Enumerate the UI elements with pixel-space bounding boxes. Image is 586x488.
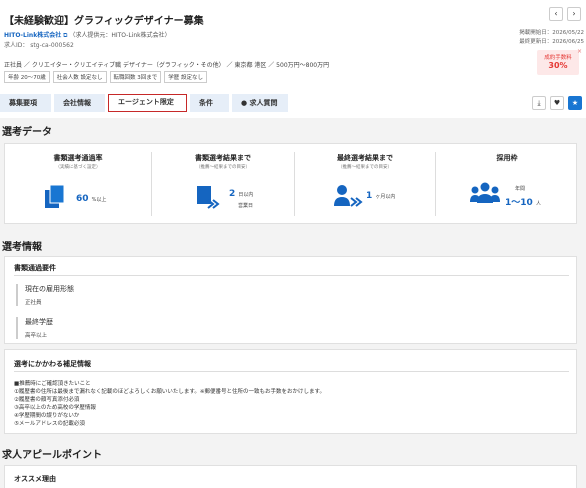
card-title: オススメ理由 <box>14 475 56 483</box>
stat-title: 書類選考通過率 <box>53 154 103 162</box>
company-link[interactable]: HITO-Link株式会社 <box>4 32 61 39</box>
heart-icon: ♥ <box>553 99 561 107</box>
updated-date: 最終更新日：2026/06/25 <box>519 39 584 45</box>
job-header: 【未経験歓迎】グラフィックデザイナー募集 ‹ › HITO-Link株式会社 ⧉… <box>0 0 586 118</box>
tab-company[interactable]: 会社情報 <box>54 94 105 112</box>
tag: 転職回数 3回まで <box>109 71 162 83</box>
requirement-education: 最終学歴 高卒以上 <box>16 317 53 339</box>
dates: 掲載開始日：2026/05/22 最終更新日：2026/06/25 <box>519 29 584 47</box>
stat-subtitle: （推薦〜結果までの目安） <box>196 165 250 170</box>
group-icon <box>470 182 500 203</box>
published-date: 掲載開始日：2026/05/22 <box>519 30 584 36</box>
external-link-icon[interactable]: ⧉ <box>63 32 67 39</box>
supplement-card: 選考にかかわる補足情報 ■推薦時にご確認頂きたいこと ①履歴書の住所は最後まで漏… <box>4 349 577 434</box>
person-forward-icon <box>334 185 363 207</box>
next-button[interactable]: › <box>567 7 581 21</box>
stat-label: 年間 <box>515 186 526 192</box>
bookmark-button[interactable]: ★ <box>568 96 582 110</box>
download-button[interactable]: ⤓ <box>532 96 546 110</box>
note-line: ②履歴書の顔写真添付必須 <box>14 397 80 403</box>
section-appeal: 求人アピールポイント <box>2 450 102 461</box>
download-icon: ⤓ <box>537 99 541 107</box>
tab-bar: 募集要項 会社情報 エージェント限定 条件 ● 求人質問 <box>0 94 288 112</box>
stat-number: 1〜10 <box>505 198 533 208</box>
tab-requirements[interactable]: 募集要項 <box>0 94 51 112</box>
close-icon[interactable]: × <box>577 48 582 55</box>
tab-questions-label: 求人質問 <box>249 99 278 107</box>
job-title: 【未経験歓迎】グラフィックデザイナー募集 <box>4 16 204 27</box>
stat-unit-2: 営業日 <box>238 203 254 209</box>
requirement-employment: 現在の雇用形態 正社員 <box>16 284 74 306</box>
appeal-card: オススメ理由 <box>4 465 577 488</box>
divider <box>14 371 569 372</box>
requirement-value: 高卒以上 <box>25 333 48 339</box>
stat-value: 1 ヶ月以内 <box>366 191 395 201</box>
company-note: （求人提供元：HITO-Link株式会社） <box>69 32 171 39</box>
note-line: ④学歴期間の誤りがないか <box>14 413 80 419</box>
requirement-name: 現在の雇用形態 <box>25 285 74 293</box>
stat-doc-result: 書類選考結果まで （推薦〜結果までの目安） 2 日以内 営業日 <box>152 144 294 224</box>
section-selection-info: 選考情報 <box>2 242 42 253</box>
requirement-value: 正社員 <box>25 300 42 306</box>
favorite-button[interactable]: ♥ <box>550 96 564 110</box>
stat-final-result: 最終選考結果まで （推薦〜結果までの目安） 1 ヶ月以内 <box>295 144 435 224</box>
stat-unit: ヶ月以内 <box>375 194 396 200</box>
prev-button[interactable]: ‹ <box>549 7 563 21</box>
job-id: 求人ID： stg-ca-000562 <box>4 42 74 49</box>
tab-conditions[interactable]: 条件 <box>190 94 229 112</box>
stat-subtitle: （実績に基づく設定） <box>55 165 101 170</box>
stat-value: 1〜10 人 <box>505 195 541 208</box>
tag: 年齢 20〜70歳 <box>4 71 50 83</box>
divider <box>14 275 569 276</box>
stat-hiring-slots: 採用枠 年間 1〜10 人 <box>436 144 578 224</box>
section-selection-data: 選考データ <box>2 127 52 138</box>
company-line: HITO-Link株式会社 ⧉ （求人提供元：HITO-Link株式会社） <box>4 30 171 40</box>
card-title: 選考にかかわる補足情報 <box>14 360 91 368</box>
documents-icon <box>45 184 65 208</box>
requirement-name: 最終学歴 <box>25 318 53 326</box>
stat-unit: 日以内 <box>238 192 254 198</box>
tab-questions[interactable]: ● 求人質問 <box>232 94 288 112</box>
supplement-notes: ■推薦時にご確認頂きたいこと ①履歴書の住所は最後まで漏れなく記載のほどよろしく… <box>14 380 325 428</box>
stat-number: 1 <box>366 191 373 201</box>
tag-list: 年齢 20〜70歳 社会人数 設定なし 転職回数 3回まで 学歴 設定なし <box>4 71 207 83</box>
note-line: ③高卒以上のため高校の学歴情報 <box>14 405 96 411</box>
stat-value: 2 日以内 <box>229 189 253 199</box>
note-line: ■推薦時にご確認頂きたいこと <box>14 381 91 387</box>
note-line: ⑤メールアドレスの記載必須 <box>14 421 85 427</box>
tab-agent-only[interactable]: エージェント限定 <box>108 94 187 112</box>
note-line: ①履歴書の住所は最後まで漏れなく記載のほどよろしくお願いいたします。※郵便番号と… <box>14 389 325 395</box>
card-title: 書類通過要件 <box>14 264 56 272</box>
stat-unit: %以上 <box>91 197 107 203</box>
stat-pass-rate: 書類選考通過率 （実績に基づく設定） 60 %以上 <box>5 144 151 224</box>
tag: 学歴 設定なし <box>164 71 207 83</box>
fee-value: 30% <box>548 61 568 70</box>
requirements-card: 書類通過要件 現在の雇用形態 正社員 最終学歴 高卒以上 <box>4 256 577 344</box>
job-meta: 正社員 ／ クリエイター・クリエイティブ職 デザイナー（グラフィック・その他） … <box>4 62 330 69</box>
document-forward-icon <box>197 186 220 209</box>
star-icon: ★ <box>571 99 579 107</box>
chat-icon: ● <box>241 99 248 107</box>
tag: 社会人数 設定なし <box>52 71 107 83</box>
stat-value: 60 %以上 <box>76 194 106 204</box>
stat-subtitle: （推薦〜結果までの目安） <box>338 165 392 170</box>
fee-badge: 成約手数料 30% × <box>537 48 582 75</box>
stat-title: 書類選考結果まで <box>195 154 251 162</box>
stat-title: 採用枠 <box>496 154 518 162</box>
stats-card: 書類選考通過率 （実績に基づく設定） 60 %以上 書類選考結果まで （推薦〜結… <box>4 143 577 224</box>
stat-number: 60 <box>76 194 89 204</box>
fee-label: 成約手数料 <box>544 55 572 61</box>
stat-unit: 人 <box>535 201 541 207</box>
stat-title: 最終選考結果まで <box>337 154 393 162</box>
stat-number: 2 <box>229 189 236 199</box>
